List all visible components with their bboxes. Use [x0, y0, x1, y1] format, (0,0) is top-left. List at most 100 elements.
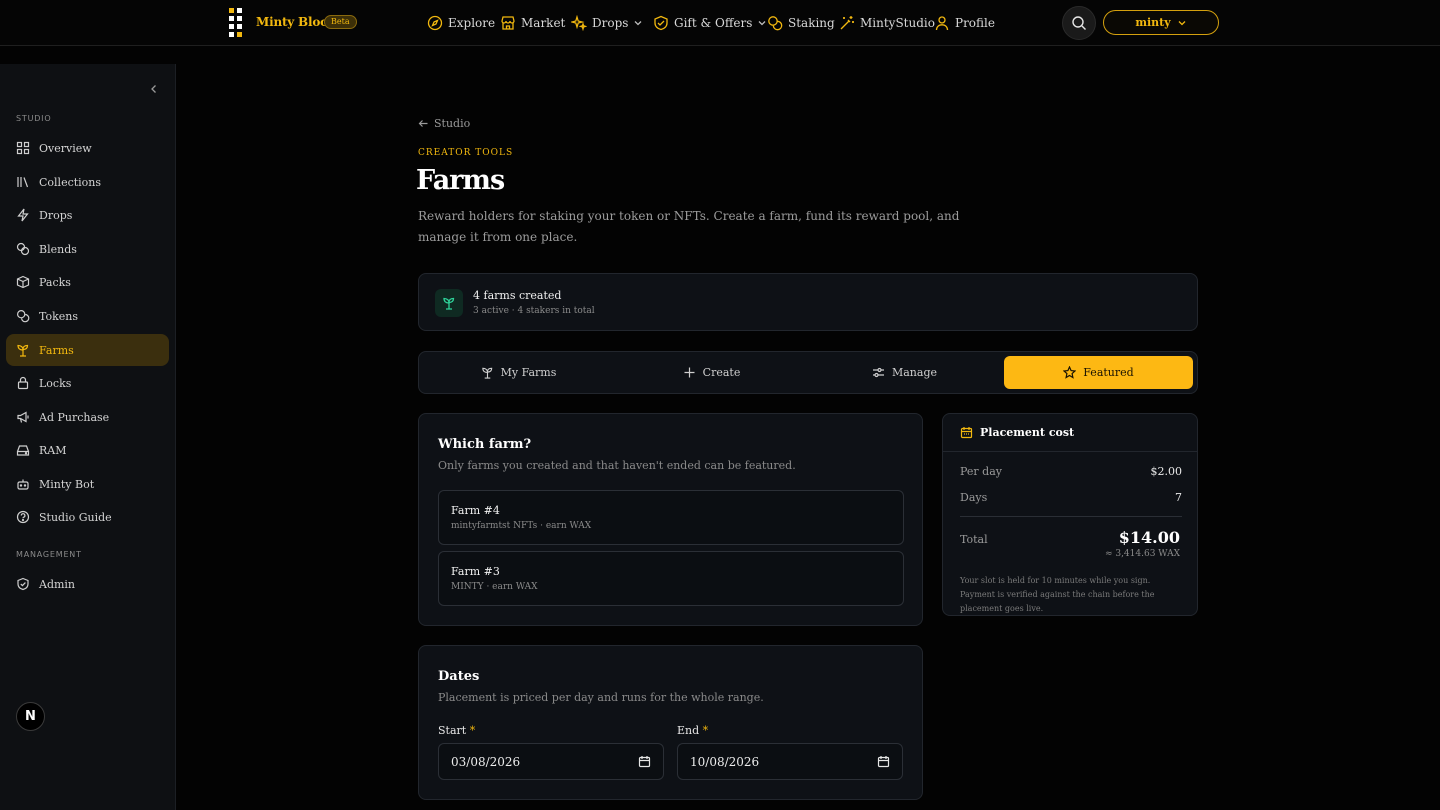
- farm-option[interactable]: Farm #4 mintyfarmtst NFTs · earn WAX: [438, 490, 904, 545]
- sidebar-item-label: Studio Guide: [39, 510, 112, 524]
- store-icon: [500, 15, 516, 31]
- start-date-value: 03/08/2026: [451, 754, 521, 769]
- calendar-icon: [960, 426, 973, 439]
- page-title: Farms: [416, 165, 505, 196]
- end-date-label: End *: [677, 724, 709, 737]
- required-mark: *: [469, 724, 476, 737]
- nav-drops-label: Drops: [592, 16, 629, 30]
- placement-note: Your slot is held for 10 minutes while y…: [960, 576, 1155, 613]
- calendar-icon[interactable]: [877, 755, 890, 768]
- farm-option[interactable]: Farm #3 MINTY · earn WAX: [438, 551, 904, 606]
- section-label-management: MANAGEMENT: [16, 550, 82, 559]
- sidebar-item-studio-guide[interactable]: Studio Guide: [6, 501, 169, 533]
- sidebar-item-drops[interactable]: Drops: [6, 199, 169, 231]
- sidebar-item-label: Tokens: [39, 309, 79, 323]
- tab-label: Create: [702, 366, 741, 379]
- sidebar-item-label: Minty Bot: [39, 477, 95, 491]
- minty-blocks-logo-icon[interactable]: [228, 8, 244, 38]
- bot-icon: [16, 477, 30, 491]
- tab-create[interactable]: Create: [617, 356, 806, 389]
- required-mark: *: [702, 724, 709, 737]
- beta-badge: Beta: [324, 15, 357, 29]
- farms-count: 4 farms created: [473, 289, 562, 302]
- nav-explore-label: Explore: [448, 16, 496, 30]
- sidebar-item-ram[interactable]: RAM: [6, 434, 169, 466]
- sidebar-item-label: Ad Purchase: [39, 410, 110, 424]
- nav-profile[interactable]: Profile: [934, 13, 995, 33]
- start-date-label: Start *: [438, 724, 476, 737]
- star-icon: [1063, 366, 1077, 379]
- nav-gift-offers-label: Gift & Offers: [674, 16, 753, 30]
- nav-profile-label: Profile: [955, 16, 995, 30]
- page-eyebrow: CREATOR TOOLS: [418, 148, 514, 158]
- framework-badge[interactable]: N: [16, 702, 45, 731]
- nav-explore[interactable]: Explore: [427, 13, 495, 33]
- nav-drops[interactable]: Drops: [571, 13, 643, 33]
- sidebar-item-admin[interactable]: Admin: [6, 568, 169, 600]
- nav-mintystudio[interactable]: MintyStudio: [839, 13, 935, 33]
- sliders-icon: [872, 366, 885, 379]
- sidebar-item-farms[interactable]: Farms: [6, 334, 169, 366]
- per-day-value: $2.00: [1150, 465, 1183, 478]
- tab-featured[interactable]: Featured: [1004, 356, 1193, 389]
- chevron-down-icon: [757, 18, 767, 28]
- hard-drive-icon: [16, 443, 30, 457]
- sidebar-item-label: Packs: [39, 275, 71, 289]
- back-link-label: Studio: [434, 117, 471, 130]
- coins-icon: [16, 309, 30, 323]
- back-to-studio-link[interactable]: Studio: [418, 117, 470, 130]
- sidebar-item-blends[interactable]: Blends: [6, 233, 169, 265]
- sidebar-item-overview[interactable]: Overview: [6, 132, 169, 164]
- sprout-icon: [435, 289, 463, 317]
- sidebar-item-label: Farms: [39, 343, 74, 357]
- sidebar-item-tokens[interactable]: Tokens: [6, 300, 169, 332]
- tab-label: My Farms: [500, 366, 557, 379]
- tab-label: Featured: [1083, 366, 1134, 379]
- help-circle-icon: [16, 510, 30, 524]
- search-button[interactable]: [1062, 6, 1096, 40]
- sidebar-item-minty-bot[interactable]: Minty Bot: [6, 468, 169, 500]
- tab-manage[interactable]: Manage: [810, 356, 999, 389]
- account-menu-button[interactable]: minty: [1103, 10, 1219, 35]
- calendar-icon[interactable]: [638, 755, 651, 768]
- sprout-icon: [16, 343, 30, 357]
- collapse-sidebar-button[interactable]: [147, 82, 161, 96]
- farms-summary-detail: 3 active · 4 stakers in total: [473, 306, 595, 316]
- sidebar-item-collections[interactable]: Collections: [6, 166, 169, 198]
- arrow-left-icon: [418, 118, 429, 129]
- dates-title: Dates: [438, 669, 480, 684]
- total-wax-value: ≈ 3,414.63 WAX: [1104, 549, 1180, 559]
- days-value: 7: [1175, 491, 1182, 504]
- start-date-input[interactable]: 03/08/2026: [438, 743, 664, 780]
- farm-option-meta: MINTY · earn WAX: [451, 582, 538, 592]
- placement-cost-title: Placement cost: [980, 426, 1075, 439]
- tab-my-farms[interactable]: My Farms: [424, 356, 613, 389]
- plus-icon: [683, 366, 696, 379]
- end-date-input[interactable]: 10/08/2026: [677, 743, 903, 780]
- lock-icon: [16, 376, 30, 390]
- farms-summary-card: 4 farms created 3 active · 4 stakers in …: [418, 273, 1198, 331]
- library-icon: [16, 175, 30, 189]
- sprout-icon: [481, 366, 494, 379]
- sidebar-item-packs[interactable]: Packs: [6, 266, 169, 298]
- coins-icon: [767, 15, 783, 31]
- nav-gift-offers[interactable]: Gift & Offers: [653, 13, 767, 33]
- lightning-icon: [16, 208, 30, 222]
- nav-mintystudio-label: MintyStudio: [860, 16, 935, 30]
- which-farm-card: Which farm? Only farms you created and t…: [418, 413, 923, 626]
- nav-market-label: Market: [521, 16, 566, 30]
- nav-staking[interactable]: Staking: [767, 13, 835, 33]
- sidebar-item-locks[interactable]: Locks: [6, 367, 169, 399]
- farm-tabs: My Farms Create Manage Featured: [418, 351, 1198, 394]
- grid-icon: [16, 141, 30, 155]
- days-row: Days 7: [960, 491, 1182, 504]
- sidebar-item-ad-purchase[interactable]: Ad Purchase: [6, 401, 169, 433]
- divider: [960, 516, 1182, 517]
- shield-check-icon: [16, 577, 30, 591]
- per-day-row: Per day $2.00: [960, 465, 1182, 478]
- sparkles-icon: [571, 15, 587, 31]
- nav-market[interactable]: Market: [500, 13, 565, 33]
- studio-sidebar: STUDIO Overview Collections Drops Blends…: [0, 64, 176, 810]
- account-name: minty: [1135, 16, 1171, 29]
- blend-icon: [16, 242, 30, 256]
